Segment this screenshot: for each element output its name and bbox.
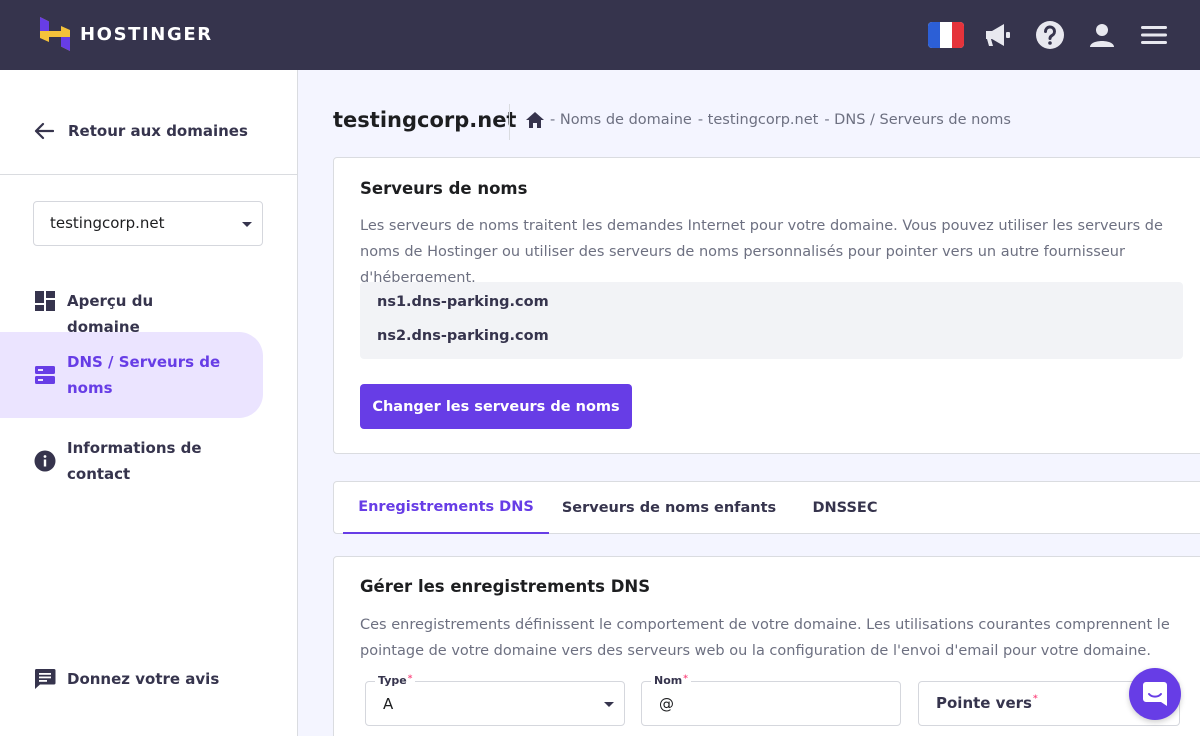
back-to-domains-link[interactable]: Retour aux domaines: [34, 122, 248, 140]
sidebar-item-dns[interactable]: DNS / Serveurs de noms: [0, 332, 263, 418]
sidebar-item-contact-info[interactable]: Informations de contact: [0, 435, 263, 487]
arrow-left-icon: [34, 122, 54, 140]
record-name-label: Nom*: [651, 674, 691, 687]
sidebar: Retour aux domaines testingcorp.net Aper…: [0, 70, 298, 736]
nameservers-list: ns1.dns-parking.com ns2.dns-parking.com: [360, 282, 1183, 359]
chat-support-button[interactable]: [1129, 668, 1181, 720]
breadcrumb-domain-names[interactable]: - Noms de domaine: [550, 112, 692, 128]
change-nameservers-button[interactable]: Changer les serveurs de noms: [360, 384, 632, 429]
feedback-icon: [34, 669, 56, 689]
record-type-label: Type*: [375, 674, 416, 687]
record-name-input[interactable]: Nom* @: [641, 674, 901, 726]
tab-dnssec[interactable]: DNSSEC: [800, 482, 890, 534]
home-icon[interactable]: [526, 112, 544, 128]
domain-select-value: testingcorp.net: [50, 214, 165, 232]
chat-icon: [1143, 682, 1167, 706]
nameservers-description: Les serveurs de noms traitent les demand…: [360, 218, 1163, 286]
nameservers-title: Serveurs de noms: [360, 179, 528, 198]
header-divider: [509, 104, 510, 140]
megaphone-icon[interactable]: [980, 17, 1016, 53]
nameservers-card: Serveurs de noms Les serveurs de noms tr…: [333, 157, 1200, 454]
nameserver-item: ns1.dns-parking.com: [377, 294, 549, 310]
user-icon[interactable]: [1084, 17, 1120, 53]
back-to-domains-label: Retour aux domaines: [68, 122, 248, 140]
record-type-select[interactable]: Type* A: [365, 674, 625, 726]
feedback-label: Donnez votre avis: [67, 670, 220, 688]
breadcrumb: - Noms de domaine - testingcorp.net - DN…: [526, 112, 1011, 128]
dns-records-title: Gérer les enregistrements DNS: [360, 577, 651, 596]
sidebar-item-label: Informations de contact: [67, 439, 202, 483]
info-icon: [34, 450, 56, 472]
page-title: testingcorp.net: [333, 108, 517, 132]
domain-select[interactable]: testingcorp.net: [33, 201, 263, 246]
tab-dns-records[interactable]: Enregistrements DNS: [343, 482, 549, 534]
feedback-link[interactable]: Donnez votre avis: [0, 666, 263, 692]
server-icon: [35, 366, 55, 384]
dashboard-icon: [35, 291, 55, 311]
sidebar-item-domain-overview[interactable]: Aperçu du domaine: [0, 288, 263, 336]
breadcrumb-dns: - DNS / Serveurs de noms: [824, 112, 1011, 128]
brand-name: HOSTINGER: [80, 23, 213, 45]
dns-records-description: Ces enregistrements définissent le compo…: [360, 617, 1170, 659]
sidebar-divider: [0, 174, 298, 175]
help-icon[interactable]: [1032, 17, 1068, 53]
sidebar-item-label: DNS / Serveurs de noms: [67, 353, 221, 397]
hostinger-logo-icon: [40, 17, 70, 51]
nameserver-item: ns2.dns-parking.com: [377, 328, 549, 344]
points-to-placeholder: Pointe vers*: [936, 694, 1038, 712]
hostinger-logo[interactable]: HOSTINGER: [40, 17, 213, 51]
chevron-down-icon: [604, 702, 614, 707]
record-name-value: @: [659, 695, 674, 713]
flag-france-icon[interactable]: [928, 17, 964, 53]
top-navigation-bar: HOSTINGER: [0, 0, 1200, 70]
tab-child-nameservers[interactable]: Serveurs de noms enfants: [558, 482, 780, 534]
breadcrumb-domain[interactable]: - testingcorp.net: [698, 112, 819, 128]
chevron-down-icon: [242, 222, 252, 227]
dns-tabs: Enregistrements DNS Serveurs de noms enf…: [333, 481, 1200, 534]
record-type-value: A: [383, 695, 394, 713]
menu-icon[interactable]: [1136, 17, 1172, 53]
